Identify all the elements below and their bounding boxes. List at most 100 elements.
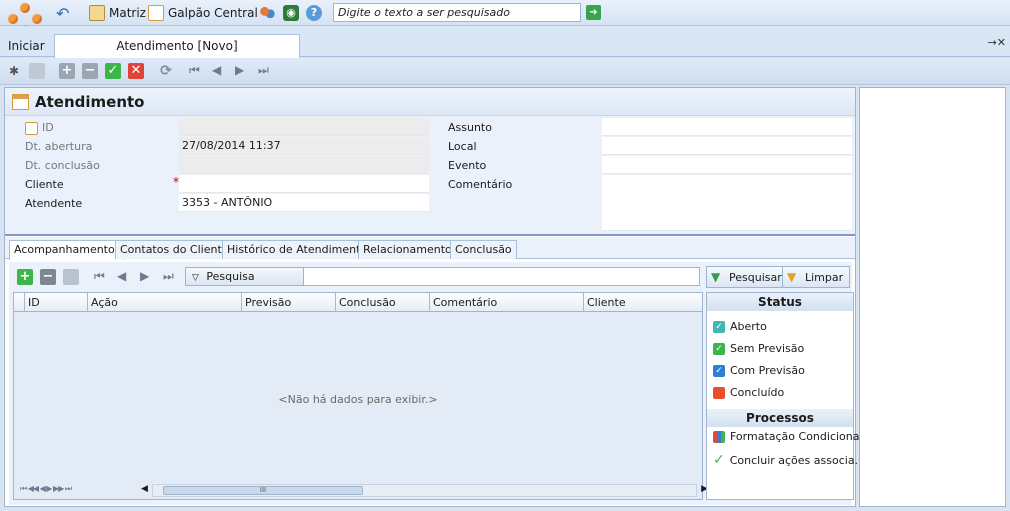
pin-icon[interactable]: →✕ (988, 36, 1006, 49)
id-field (179, 118, 429, 136)
id-icon (25, 122, 38, 135)
tab-historico[interactable]: Histórico de Atendimentos (222, 240, 378, 259)
remove-icon[interactable]: − (82, 63, 98, 79)
evento-field[interactable] (602, 156, 852, 174)
dt-abertura-label: Dt. abertura (25, 140, 93, 153)
col-comentario[interactable]: Comentário (429, 293, 583, 312)
process-concluir[interactable]: ✓ Concluir ações associa... (713, 452, 865, 468)
add-icon[interactable]: + (59, 63, 75, 79)
cliente-field[interactable] (179, 175, 429, 193)
grid-footer: ⏮ ◀◀ ◀ ▶ ▶▶ ⏭ ◀ III ▶ (14, 482, 708, 499)
calendar-icon (12, 94, 29, 110)
view-icon[interactable]: ◉ (283, 4, 299, 22)
grid-toolbar: + − ⏮ ◀ ▶ ⏭ ▽ Pesquisa ▼ Pesquisar ▼ Lim… (9, 262, 852, 290)
check-icon: ✓ (713, 320, 725, 333)
status-aberto[interactable]: ✓ Aberto (713, 320, 767, 333)
col-previsao[interactable]: Previsão (241, 293, 335, 312)
process-header: Processos (707, 409, 853, 427)
grid-icon (89, 5, 105, 21)
lock-icon[interactable] (29, 63, 45, 79)
prev-record-icon[interactable]: ◀ (212, 63, 221, 77)
confirm-icon[interactable]: ✓ (105, 63, 121, 79)
palette-icon (713, 430, 725, 443)
remove-row-icon[interactable]: − (40, 269, 56, 285)
search-go-icon[interactable]: ➜ (586, 5, 601, 20)
horizontal-scrollbar[interactable]: ◀ III ▶ (141, 484, 708, 497)
atendimento-form: ID Dt. abertura 27/08/2014 11:37 Dt. con… (5, 116, 855, 234)
dt-conclusao-field (179, 156, 429, 174)
chevron-down-icon: ▽ (192, 273, 199, 283)
status-panel: Status ✓ Aberto ✓ Sem Previsão ✓ Com Pre… (706, 292, 865, 500)
pesquisa-dropdown[interactable]: ▽ Pesquisa (186, 268, 304, 285)
atendente-label: Atendente (25, 197, 83, 210)
comentario-label: Comentário (448, 178, 513, 191)
check-icon: ✓ (713, 364, 725, 377)
col-cliente[interactable]: Cliente (583, 293, 702, 312)
add-row-icon[interactable]: + (17, 269, 33, 285)
col-id[interactable]: ID (24, 293, 87, 312)
clear-filter-icon: ▼ (787, 270, 797, 284)
assunto-field[interactable] (602, 118, 852, 136)
grid-pager[interactable]: ⏮ ◀◀ ◀ ▶ ▶▶ ⏭ (20, 484, 72, 494)
scroll-left-icon[interactable]: ◀ (141, 484, 148, 494)
print-icon[interactable] (63, 269, 79, 285)
process-formatacao[interactable]: Formatação Condicional (713, 430, 863, 443)
status-concluido[interactable]: Concluído (713, 386, 784, 399)
branch-selector[interactable]: Galpão Central (148, 4, 258, 22)
tab-relacionamentos[interactable]: Relacionamentos (358, 240, 463, 259)
status-com-previsao[interactable]: ✓ Com Previsão (713, 364, 805, 377)
acompanhamentos-grid: ID Ação Previsão Conclusão Comentário Cl… (13, 292, 708, 500)
grid-search-input[interactable]: ▽ Pesquisa (185, 267, 700, 286)
first-record-icon[interactable]: ⏮ (189, 63, 200, 78)
check-icon: ✓ (713, 342, 725, 355)
tab-atendimento[interactable]: Atendimento [Novo] (54, 34, 300, 58)
detail-tabs: Acompanhamentos Contatos do Cliente Hist… (5, 237, 855, 260)
next-record-icon[interactable]: ▶ (235, 63, 244, 77)
tab-contatos[interactable]: Contatos do Cliente (115, 240, 234, 259)
company-selector[interactable]: Matriz (89, 4, 146, 22)
tab-acompanhamentos[interactable]: Acompanhamentos (9, 240, 126, 260)
check-icon: ✓ (713, 452, 725, 468)
acompanhamentos-area: + − ⏮ ◀ ▶ ⏭ ▽ Pesquisa ▼ Pesquisar ▼ Lim… (9, 262, 865, 505)
assunto-label: Assunto (448, 121, 492, 134)
cliente-label: Cliente (25, 178, 64, 191)
users-icon[interactable] (259, 4, 275, 22)
local-label: Local (448, 140, 477, 153)
grid-next-icon[interactable]: ▶ (140, 269, 149, 283)
undo-icon[interactable]: ↶ (56, 4, 69, 23)
global-search-input[interactable]: Digite o texto a ser pesquisado (333, 3, 581, 22)
grid-prev-icon[interactable]: ◀ (117, 269, 126, 283)
scroll-thumb[interactable]: III (163, 486, 363, 495)
limpar-button[interactable]: ▼ Limpar (782, 266, 851, 288)
col-conclusao[interactable]: Conclusão (335, 293, 429, 312)
grid-last-icon[interactable]: ⏭ (163, 269, 174, 284)
help-icon[interactable]: ? (306, 4, 322, 22)
status-header: Status (707, 293, 853, 311)
record-toolbar: ✱ + − ✓ ✕ ⟳ ⏮ ◀ ▶ ⏭ (0, 58, 1010, 85)
local-field[interactable] (602, 137, 852, 155)
document-tab-row: Iniciar Atendimento [Novo] →✕ (0, 26, 1010, 58)
grid-first-icon[interactable]: ⏮ (94, 269, 105, 284)
atendente-field[interactable]: 3353 - ANTÔNIO (179, 194, 429, 212)
cancel-icon[interactable]: ✕ (128, 63, 144, 79)
new-record-icon[interactable]: ✱ (6, 63, 22, 79)
tab-start[interactable]: Iniciar (8, 39, 45, 53)
atendimento-panel: Atendimento ID Dt. abertura 27/08/2014 1… (4, 87, 865, 507)
dt-abertura-field: 27/08/2014 11:37 (179, 137, 429, 155)
grid-header: ID Ação Previsão Conclusão Comentário Cl… (14, 293, 702, 312)
id-label: ID (42, 121, 54, 134)
form-header: Atendimento (5, 88, 855, 116)
refresh-icon[interactable]: ⟳ (158, 63, 174, 79)
pesquisar-button[interactable]: ▼ Pesquisar (706, 266, 789, 288)
side-panel (859, 87, 1006, 507)
empty-message: <Não há dados para exibir.> (278, 393, 438, 406)
status-sem-previsao[interactable]: ✓ Sem Previsão (713, 342, 804, 355)
comentario-field[interactable] (602, 175, 852, 231)
section-divider (5, 234, 855, 236)
evento-label: Evento (448, 159, 487, 172)
col-acao[interactable]: Ação (87, 293, 241, 312)
tab-conclusao[interactable]: Conclusão (450, 240, 517, 259)
calendar-icon (148, 5, 164, 21)
last-record-icon[interactable]: ⏭ (258, 63, 269, 78)
page-title: Atendimento (35, 93, 145, 111)
